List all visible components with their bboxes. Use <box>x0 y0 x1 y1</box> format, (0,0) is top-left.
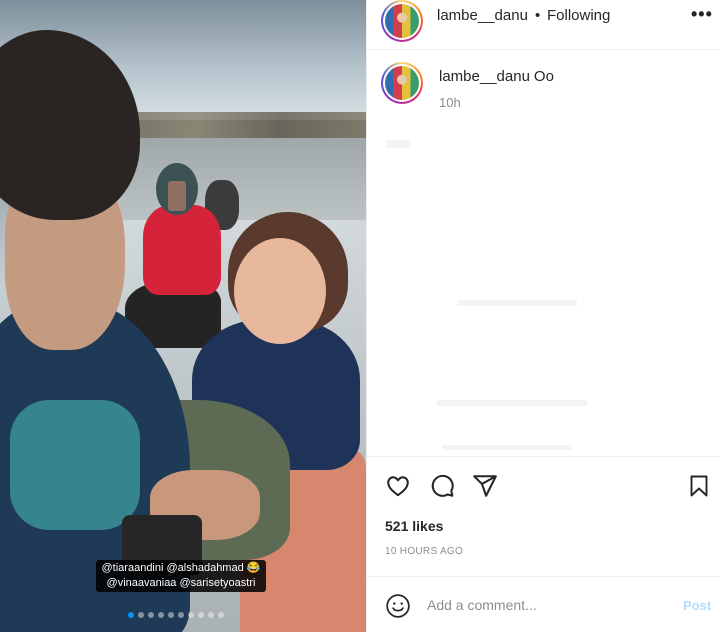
header-separator: • <box>535 7 541 24</box>
carousel-dot <box>168 612 174 618</box>
comment-bar: Add a comment... Post <box>367 576 720 632</box>
share-icon[interactable] <box>472 473 498 499</box>
carousel-indicator <box>128 612 224 618</box>
faded-artifact <box>387 140 411 148</box>
follow-status-button[interactable]: Following <box>547 7 610 24</box>
post-timestamp[interactable]: 10 HOURS AGO <box>385 546 463 557</box>
carousel-dot <box>188 612 194 618</box>
comment-input[interactable]: Add a comment... <box>427 597 537 613</box>
more-icon[interactable]: ••• <box>691 4 713 25</box>
post-sidebar: lambe__danu • Following ••• lambe__danu O… <box>366 0 720 632</box>
carousel-dot <box>128 612 134 618</box>
faded-artifact <box>442 445 572 450</box>
likes-count[interactable]: 521 likes <box>385 518 443 534</box>
carousel-dot <box>158 612 164 618</box>
header-username[interactable]: lambe__danu <box>437 7 528 24</box>
caption-timestamp[interactable]: 10h <box>439 95 461 110</box>
avatar[interactable] <box>381 0 423 42</box>
carousel-dot <box>138 612 144 618</box>
carousel-dot <box>218 612 224 618</box>
media-mention-tags[interactable]: @tiaraandini @alshadahmad 😂 @vinaavaniaa… <box>96 560 266 592</box>
post-comment-button[interactable]: Post <box>683 598 711 613</box>
post-actions: 521 likes 10 HOURS AGO <box>367 456 720 576</box>
caption-username[interactable]: lambe__danu <box>439 68 530 85</box>
bookmark-icon[interactable] <box>687 473 711 499</box>
avatar-image <box>385 4 419 38</box>
emoji-icon[interactable] <box>385 593 411 619</box>
post-media[interactable]: @tiaraandini @alshadahmad 😂 @vinaavaniaa… <box>0 0 366 632</box>
post-header: lambe__danu • Following ••• <box>367 0 720 50</box>
caption-avatar[interactable] <box>381 62 423 104</box>
media-phone <box>168 181 186 211</box>
faded-artifact <box>457 300 577 306</box>
carousel-dot <box>208 612 214 618</box>
faded-artifact <box>437 400 587 406</box>
caption-area: lambe__danu Oo 10h <box>367 50 720 456</box>
avatar-image <box>385 66 419 100</box>
caption-line: lambe__danu Oo <box>439 68 554 85</box>
heart-icon[interactable] <box>385 473 411 499</box>
carousel-dot <box>178 612 184 618</box>
mention-line-2: @vinaavaniaa @sarisetyoastri <box>106 577 256 589</box>
caption-text: Oo <box>533 68 554 85</box>
media-shoreline <box>110 112 366 138</box>
media-person-red-top <box>143 205 221 295</box>
media-person-girl-face <box>234 238 326 344</box>
carousel-dot <box>148 612 154 618</box>
media-shirt-print <box>10 400 140 530</box>
comment-icon[interactable] <box>429 473 455 499</box>
mention-line-1: @tiaraandini @alshadahmad 😂 <box>101 562 261 574</box>
carousel-dot <box>198 612 204 618</box>
